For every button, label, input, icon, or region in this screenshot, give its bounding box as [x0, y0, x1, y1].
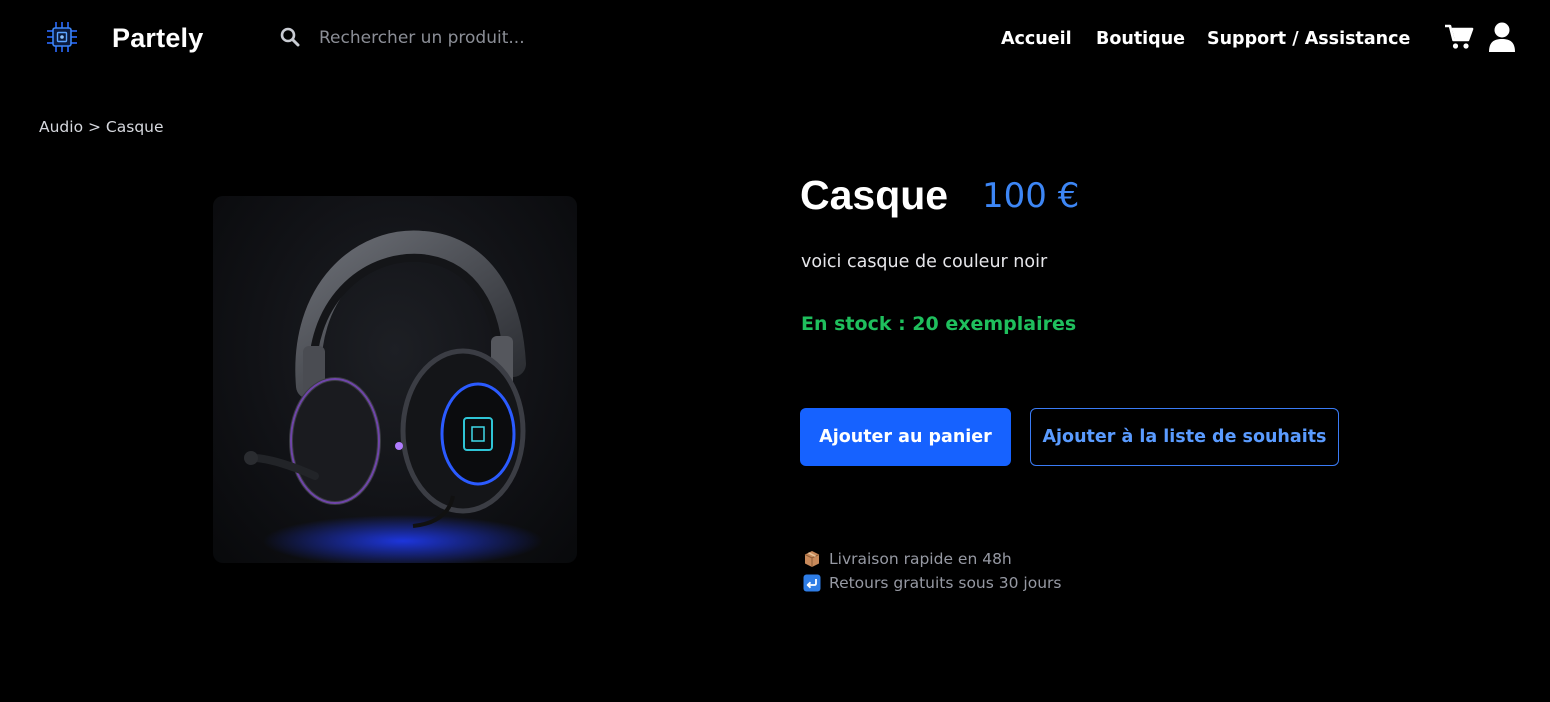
perk-text-returns: Retours gratuits sous 30 jours — [829, 574, 1062, 592]
add-to-cart-button[interactable]: Ajouter au panier — [800, 408, 1011, 466]
user-icon[interactable] — [1488, 22, 1516, 52]
perk-item: Retours gratuits sous 30 jours — [803, 571, 1061, 595]
nav-link-home[interactable]: Accueil — [1001, 26, 1072, 52]
cart-icon[interactable] — [1444, 24, 1474, 50]
package-icon — [803, 550, 821, 568]
top-navbar: Partely Accueil Boutique Support / Assis… — [0, 0, 1550, 76]
product-price: 100 € — [982, 176, 1080, 216]
product-description: voici casque de couleur noir — [801, 252, 1048, 272]
stock-status: En stock : 20 exemplaires — [801, 313, 1077, 335]
headset-icon — [244, 230, 543, 563]
return-arrow-icon — [803, 574, 821, 592]
add-to-wishlist-button[interactable]: Ajouter à la liste de souhaits — [1030, 408, 1339, 466]
brand-name[interactable]: Partely — [112, 20, 203, 56]
nav-link-support[interactable]: Support / Assistance — [1207, 26, 1410, 52]
breadcrumb-item-casque[interactable]: Casque — [106, 118, 164, 136]
search-icon[interactable] — [280, 27, 300, 47]
search-input[interactable] — [310, 22, 639, 54]
breadcrumb: Audio > Casque — [39, 117, 164, 137]
perk-text-shipping: Livraison rapide en 48h — [829, 550, 1012, 568]
perk-item: Livraison rapide en 48h — [803, 547, 1061, 571]
breadcrumb-item-audio[interactable]: Audio — [39, 118, 83, 136]
shipping-perks: Livraison rapide en 48h Retours gratuits… — [803, 547, 1061, 595]
product-title: Casque — [800, 172, 949, 218]
circuit-chip-icon[interactable] — [44, 19, 80, 55]
nav-link-shop[interactable]: Boutique — [1096, 26, 1185, 52]
product-page: Partely Accueil Boutique Support / Assis… — [0, 0, 1550, 702]
product-image — [213, 196, 577, 563]
breadcrumb-separator: > — [88, 118, 106, 136]
